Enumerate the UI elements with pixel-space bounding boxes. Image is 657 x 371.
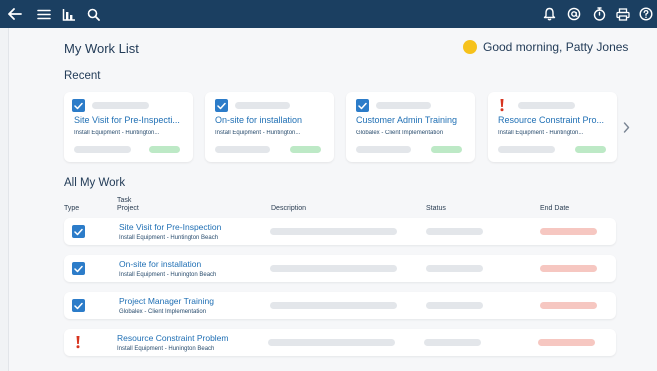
title-placeholder	[376, 102, 431, 109]
timer-icon[interactable]	[590, 0, 608, 28]
description-placeholder	[270, 302, 397, 309]
status-placeholder	[575, 146, 606, 153]
task-check-icon	[72, 99, 85, 112]
row-task-link[interactable]: On-site for installation	[119, 259, 201, 269]
recent-card-title: On-site for installation	[215, 115, 303, 125]
chevron-right-icon[interactable]	[623, 122, 630, 136]
title-placeholder	[235, 102, 290, 109]
recent-card-project: Install Equipment - Huntington...	[74, 130, 160, 136]
recent-card-title: Customer Admin Training	[356, 115, 458, 125]
all-work-label: All My Work	[64, 177, 126, 189]
column-header-task[interactable]: Task	[117, 197, 131, 204]
recent-card-project: Globalex - Client Implementation	[356, 130, 444, 136]
recent-card[interactable]: On-site for installation Install Equipme…	[205, 92, 334, 162]
recent-card-title: Site Visit for Pre-Inspecti...	[74, 115, 180, 125]
recent-card[interactable]: Customer Admin Training Globalex - Clien…	[346, 92, 475, 162]
end-date-placeholder	[540, 228, 597, 235]
description-placeholder	[215, 146, 270, 153]
title-placeholder	[92, 102, 149, 109]
status-placeholder	[426, 265, 483, 272]
back-arrow-icon[interactable]	[6, 0, 24, 28]
chart-icon[interactable]	[60, 0, 78, 28]
row-project: Install Equipment - Huntington Beach	[119, 235, 219, 241]
description-placeholder	[268, 339, 395, 346]
recent-card-project: Install Equipment - Huntington...	[498, 130, 584, 136]
row-task-link[interactable]: Resource Constraint Problem	[117, 333, 229, 343]
description-placeholder	[356, 146, 411, 153]
greeting: Good morning, Patty Jones	[463, 40, 628, 54]
row-project: Install Equipment - Hunington Beach	[117, 346, 215, 352]
bell-icon[interactable]	[540, 0, 558, 28]
row-task-link[interactable]: Project Manager Training	[119, 296, 214, 306]
status-placeholder	[149, 146, 180, 153]
column-header-end-date[interactable]: End Date	[540, 205, 569, 212]
column-header-type[interactable]: Type	[64, 205, 79, 212]
description-placeholder	[270, 265, 397, 272]
row-project: Install Equipment - Hunington Beach	[119, 272, 217, 278]
task-check-icon	[356, 99, 369, 112]
search-icon[interactable]	[84, 0, 102, 28]
end-date-placeholder	[540, 302, 597, 309]
description-placeholder	[74, 146, 131, 153]
table-row[interactable]: On-site for installation Install Equipme…	[64, 255, 616, 282]
end-date-placeholder	[540, 265, 597, 272]
title-placeholder	[518, 102, 575, 109]
print-icon[interactable]	[614, 0, 632, 28]
task-clipboard-icon	[72, 262, 85, 275]
status-placeholder	[426, 302, 483, 309]
row-task-link[interactable]: Site Visit for Pre-Inspection	[119, 222, 221, 232]
table-row[interactable]: Project Manager Training Globalex - Clie…	[64, 292, 616, 319]
table-row[interactable]: Resource Constraint Problem Install Equi…	[64, 329, 616, 356]
help-icon[interactable]	[637, 0, 655, 28]
column-header-project[interactable]: Project	[117, 205, 139, 212]
task-check-icon	[215, 99, 228, 112]
page-title: My Work List	[64, 41, 139, 56]
table-row[interactable]: Site Visit for Pre-Inspection Install Eq…	[64, 218, 616, 245]
task-check-icon	[72, 225, 85, 238]
status-placeholder	[426, 228, 483, 235]
column-header-description[interactable]: Description	[271, 205, 306, 212]
recent-card[interactable]: Site Visit for Pre-Inspecti... Install E…	[64, 92, 193, 162]
content-frame	[8, 28, 657, 371]
description-placeholder	[270, 228, 397, 235]
row-project: Globalex - Client Implementation	[119, 309, 207, 315]
top-bar	[0, 0, 657, 28]
recent-card-title: Resource Constraint Pro...	[498, 115, 605, 125]
end-date-placeholder	[538, 339, 595, 346]
menu-icon[interactable]	[35, 0, 53, 28]
status-placeholder	[431, 146, 462, 153]
alert-icon	[498, 98, 506, 112]
greeting-text: Good morning, Patty Jones	[483, 40, 629, 54]
status-placeholder	[290, 146, 321, 153]
recent-card-project: Install Equipment - Huntington...	[215, 130, 301, 136]
column-header-status[interactable]: Status	[426, 205, 446, 212]
description-placeholder	[498, 146, 555, 153]
status-placeholder	[424, 339, 481, 346]
sun-icon	[463, 40, 477, 54]
task-check-icon	[72, 299, 85, 312]
recent-label: Recent	[64, 70, 101, 82]
recent-card[interactable]: Resource Constraint Pro... Install Equip…	[488, 92, 617, 162]
at-icon[interactable]	[565, 0, 583, 28]
alert-icon	[74, 335, 82, 349]
